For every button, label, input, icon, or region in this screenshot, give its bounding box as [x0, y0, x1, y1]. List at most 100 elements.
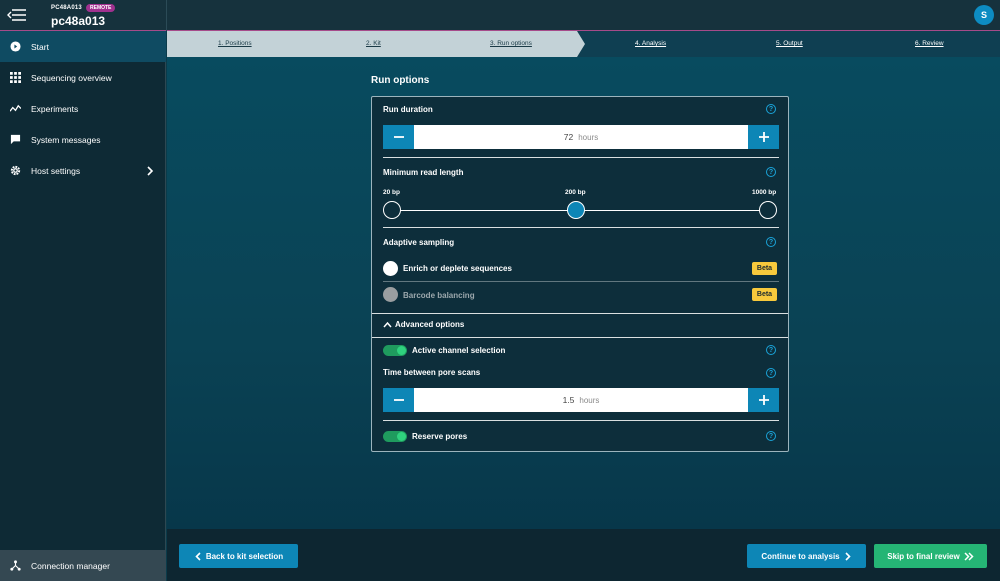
slider-option-1000bp: 1000 bp — [752, 189, 777, 196]
progress-stepper: 1. Positions 2. Kit 3. Run options 4. An… — [167, 31, 1000, 57]
pore-scan-label: Time between pore scans — [383, 368, 481, 377]
enrich-deplete-label: Enrich or deplete sequences — [403, 264, 512, 273]
slider-stop-1000bp[interactable] — [759, 201, 777, 219]
slider-handle-200bp[interactable] — [567, 201, 585, 219]
decrement-button[interactable] — [383, 125, 414, 149]
step-kit[interactable]: 2. Kit — [366, 40, 381, 47]
step-review[interactable]: 6. Review — [915, 40, 944, 47]
connection-manager-button[interactable]: Connection manager — [0, 550, 166, 581]
advanced-options-toggle[interactable]: Advanced options — [383, 320, 464, 329]
pore-scan-unit: hours — [579, 395, 600, 405]
run-options-panel: Run duration ? 72 hours Minimum read len… — [371, 96, 789, 452]
run-duration-stepper: 72 hours — [383, 125, 779, 149]
advanced-options-label: Advanced options — [395, 320, 465, 329]
divider — [372, 337, 788, 338]
step-analysis[interactable]: 4. Analysis — [635, 40, 666, 47]
run-duration-unit: hours — [578, 132, 599, 142]
min-read-length-label: Minimum read length — [383, 168, 464, 177]
host-name: pc48a013 — [51, 14, 106, 28]
sidebar-item-sequencing-overview[interactable]: Sequencing overview — [0, 62, 166, 93]
back-button-label: Back to kit selection — [205, 551, 284, 561]
continue-button-label: Continue to analysis — [761, 551, 840, 561]
barcode-balancing-label: Barcode balancing — [403, 291, 475, 300]
play-circle-icon — [10, 41, 21, 52]
divider — [383, 227, 779, 228]
plus-icon — [758, 395, 769, 405]
message-icon — [10, 134, 21, 145]
barcode-balancing-radio[interactable] — [383, 287, 398, 302]
adaptive-sampling-label: Adaptive sampling — [383, 238, 455, 247]
beta-badge: Beta — [752, 262, 777, 275]
increment-button[interactable] — [748, 388, 779, 412]
skip-button-label: Skip to final review — [887, 551, 960, 561]
reserve-pores-toggle[interactable] — [383, 431, 407, 442]
sidebar-item-host-settings[interactable]: Host settings — [0, 155, 166, 186]
chevron-left-icon — [195, 551, 201, 561]
sidebar-item-experiments[interactable]: Experiments — [0, 93, 166, 124]
menu-collapse-icon[interactable] — [6, 6, 28, 24]
divider — [383, 281, 779, 282]
help-icon[interactable]: ? — [766, 345, 776, 355]
activity-icon — [10, 104, 21, 112]
divider — [372, 313, 788, 314]
pore-scan-stepper: 1.5 hours — [383, 388, 779, 412]
enrich-deplete-radio[interactable] — [383, 261, 398, 276]
pore-scan-input[interactable]: 1.5 hours — [414, 388, 748, 412]
toggle-knob — [397, 346, 406, 355]
increment-button[interactable] — [748, 125, 779, 149]
sidebar-item-label: Sequencing overview — [31, 72, 112, 83]
header-divider — [166, 0, 167, 31]
sidebar-item-system-messages[interactable]: System messages — [0, 124, 166, 155]
toggle-knob — [397, 432, 406, 441]
help-icon[interactable]: ? — [766, 167, 776, 177]
beta-badge: Beta — [752, 288, 777, 301]
plus-icon — [758, 132, 769, 142]
slider-option-200bp: 200 bp — [565, 189, 586, 196]
user-avatar[interactable]: S — [974, 5, 994, 25]
host-id: PC48A013 — [51, 5, 82, 11]
active-channel-selection-toggle[interactable] — [383, 345, 407, 356]
slider-option-20bp: 20 bp — [383, 189, 400, 196]
step-output[interactable]: 5. Output — [776, 40, 803, 47]
active-channel-selection-label: Active channel selection — [412, 346, 506, 355]
sidebar: Start Sequencing overview Experiments Sy… — [0, 31, 166, 581]
page-title: Run options — [371, 75, 430, 86]
connection-manager-label: Connection manager — [31, 560, 110, 571]
help-icon[interactable]: ? — [766, 431, 776, 441]
minus-icon — [393, 399, 404, 401]
sidebar-item-start[interactable]: Start — [0, 31, 166, 62]
sidebar-item-label: Start — [31, 41, 49, 52]
help-icon[interactable]: ? — [766, 237, 776, 247]
sidebar-item-label: Experiments — [31, 103, 79, 114]
skip-to-final-review-button[interactable]: Skip to final review — [874, 544, 987, 568]
main-content: Run options Run duration ? 72 hours Mini… — [167, 57, 1000, 529]
slider-stop-20bp[interactable] — [383, 201, 401, 219]
reserve-pores-label: Reserve pores — [412, 432, 468, 441]
chevron-up-icon — [383, 321, 392, 328]
run-duration-value: 72 — [563, 132, 574, 142]
run-duration-input[interactable]: 72 hours — [414, 125, 748, 149]
divider — [383, 420, 779, 421]
help-icon[interactable]: ? — [766, 104, 776, 114]
top-bar: PC48A013 REMOTE pc48a013 S — [0, 0, 1000, 31]
pore-scan-value: 1.5 — [562, 395, 575, 405]
back-to-kit-selection-button[interactable]: Back to kit selection — [179, 544, 298, 568]
step-positions[interactable]: 1. Positions — [218, 40, 252, 47]
minus-icon — [393, 136, 404, 138]
decrement-button[interactable] — [383, 388, 414, 412]
chevron-right-icon — [845, 551, 851, 561]
sidebar-item-label: Host settings — [31, 165, 81, 176]
remote-badge: REMOTE — [86, 4, 116, 12]
grid-icon — [10, 72, 21, 83]
network-icon — [10, 560, 21, 571]
step-run-options[interactable]: 3. Run options — [490, 40, 532, 47]
double-chevron-right-icon — [964, 551, 974, 561]
run-duration-label: Run duration — [383, 105, 433, 114]
divider — [383, 157, 779, 158]
chevron-right-icon — [147, 165, 154, 176]
sidebar-item-label: System messages — [31, 134, 101, 145]
continue-to-analysis-button[interactable]: Continue to analysis — [747, 544, 866, 568]
help-icon[interactable]: ? — [766, 368, 776, 378]
footer-bar: Back to kit selection Continue to analys… — [167, 529, 1000, 581]
gear-icon — [10, 165, 21, 176]
